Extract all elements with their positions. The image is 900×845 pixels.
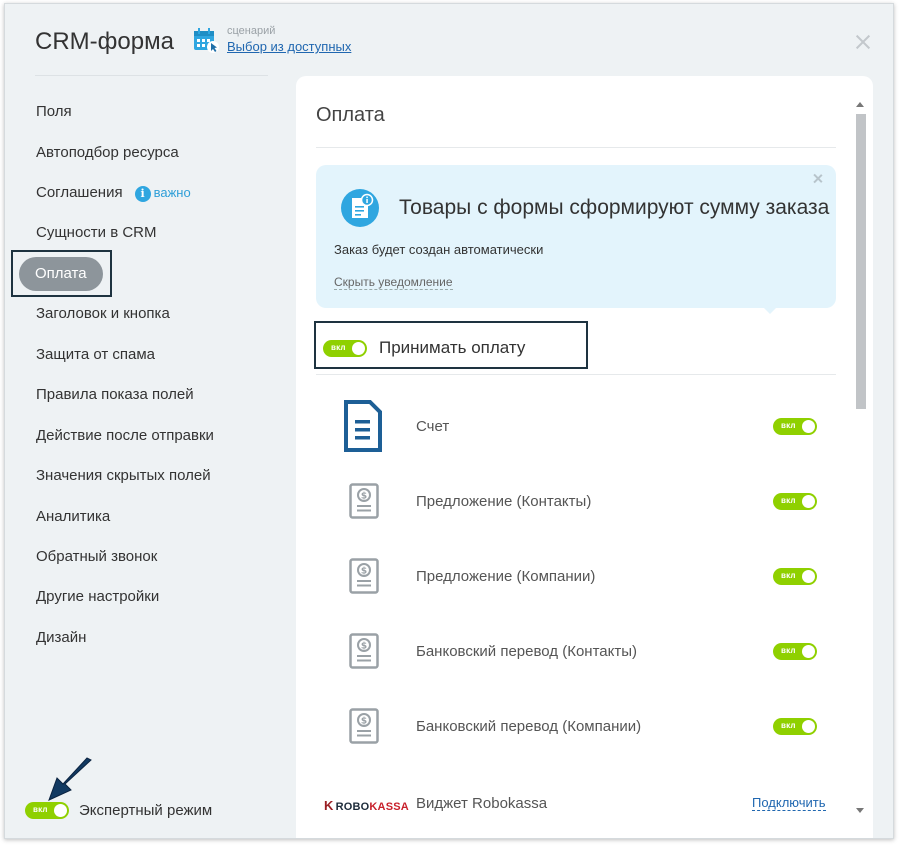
sidebar-item-crm-entities[interactable]: Сущности в CRM	[25, 216, 168, 250]
payment-method-name: Счет	[416, 418, 450, 435]
toggle-label: вкл	[33, 805, 48, 814]
scenario-link[interactable]: Выбор из доступных	[227, 38, 351, 55]
notice-close-icon[interactable]	[812, 173, 824, 185]
notice-text: Заказ будет создан автоматически	[334, 242, 544, 257]
offer-companies-toggle[interactable]: вкл	[773, 568, 817, 585]
offer-contacts-toggle[interactable]: вкл	[773, 493, 817, 510]
toggle-knob	[802, 720, 815, 733]
close-icon[interactable]	[853, 32, 873, 52]
calendar-scenario-icon	[194, 28, 219, 53]
sidebar-item-field-display-rules[interactable]: Правила показа полей	[25, 378, 205, 412]
sidebar-item-hidden-field-values[interactable]: Значения скрытых полей	[25, 459, 222, 493]
panel-divider	[316, 147, 836, 148]
svg-text:$: $	[361, 717, 367, 727]
toggle-knob	[802, 420, 815, 433]
payment-method-name: Предложение (Контакты)	[416, 493, 592, 510]
payment-method-invoice: Счет вкл	[316, 400, 836, 460]
scenario-caption: сценарий	[227, 25, 276, 37]
payment-method-bank-transfer-contacts: $ Банковский перевод (Контакты) вкл	[316, 633, 836, 693]
payment-method-bank-transfer-companies: $ Банковский перевод (Компании) вкл	[316, 708, 836, 768]
sidebar-item-analytics[interactable]: Аналитика	[25, 500, 121, 534]
crm-form-settings-window: CRM-форма сценарий Выбор из доступных По…	[4, 3, 894, 839]
header-divider	[35, 75, 268, 76]
svg-text:$: $	[361, 642, 367, 652]
hide-notice-link[interactable]: Скрыть уведомление	[334, 275, 453, 290]
document-info-icon	[341, 189, 379, 227]
payment-method-name: Банковский перевод (Контакты)	[416, 643, 637, 660]
toggle-knob	[54, 804, 67, 817]
panel-title: Оплата	[316, 104, 385, 126]
annotation-arrow-icon	[48, 757, 92, 801]
notice-title: Товары с формы сформируют сумму заказа	[399, 196, 830, 219]
toggle-label: вкл	[331, 342, 346, 352]
notice-pointer	[760, 304, 780, 314]
bank-transfer-companies-toggle[interactable]: вкл	[773, 718, 817, 735]
sidebar-item-design[interactable]: Дизайн	[25, 621, 97, 655]
payment-method-offer-contacts: $ Предложение (Контакты) вкл	[316, 483, 836, 543]
dollar-document-icon: $	[349, 558, 379, 594]
toggle-label: вкл	[781, 571, 796, 580]
payment-method-offer-companies: $ Предложение (Компании) вкл	[316, 558, 836, 618]
invoice-icon	[344, 400, 382, 452]
svg-text:$: $	[361, 567, 367, 577]
info-icon: i	[134, 185, 151, 202]
payment-settings-panel: Оплата Товары с формы сформируют сумму з…	[296, 76, 873, 838]
sidebar-item-fields[interactable]: Поля	[25, 95, 83, 129]
sidebar-item-after-submit-action[interactable]: Действие после отправки	[25, 419, 225, 453]
toggle-knob	[802, 645, 815, 658]
important-badge-label: важно	[153, 185, 191, 201]
scroll-thumb[interactable]	[856, 114, 866, 409]
expert-mode: вкл Экспертный режим	[25, 802, 212, 819]
app-title: CRM-форма	[35, 28, 174, 55]
sidebar-item-label: Соглашения	[36, 184, 123, 201]
accept-payment-row: вкл Принимать оплату	[323, 338, 525, 358]
invoice-toggle[interactable]: вкл	[773, 418, 817, 435]
dollar-document-icon: $	[349, 483, 379, 519]
info-notice: Товары с формы сформируют сумму заказа З…	[316, 165, 836, 308]
accept-payment-toggle[interactable]: вкл	[323, 339, 367, 357]
expert-mode-toggle[interactable]: вкл	[25, 802, 69, 819]
expert-mode-label: Экспертный режим	[79, 802, 213, 819]
toggle-label: вкл	[781, 646, 796, 655]
scroll-down-arrow-icon[interactable]	[856, 808, 864, 813]
sidebar-item-header-and-button[interactable]: Заголовок и кнопка	[25, 297, 181, 331]
connect-robokassa-link[interactable]: Подключить	[752, 795, 826, 811]
panel-scrollbar[interactable]	[852, 96, 868, 838]
toggle-knob	[352, 341, 365, 355]
dollar-document-icon: $	[349, 708, 379, 744]
accept-payment-label: Принимать оплату	[379, 338, 526, 357]
toggle-label: вкл	[781, 721, 796, 730]
toggle-label: вкл	[781, 496, 796, 505]
sidebar-item-spam-protection[interactable]: Защита от спама	[25, 338, 166, 372]
sidebar-item-agreements[interactable]: Соглашения i важно	[25, 176, 202, 210]
scenario-selector[interactable]: сценарий Выбор из доступных	[192, 24, 351, 55]
svg-text:$: $	[361, 492, 367, 502]
payment-method-name: Виджет Robokassa	[416, 795, 548, 812]
sidebar-item-other-settings[interactable]: Другие настройки	[25, 580, 170, 614]
sidebar-item-callback[interactable]: Обратный звонок	[25, 540, 168, 574]
important-badge[interactable]: i важно	[134, 176, 191, 210]
dollar-document-icon: $	[349, 633, 379, 669]
bank-transfer-contacts-toggle[interactable]: вкл	[773, 643, 817, 660]
payment-method-name: Банковский перевод (Компании)	[416, 718, 642, 735]
toggle-knob	[802, 570, 815, 583]
payment-method-name: Предложение (Компании)	[416, 568, 596, 585]
section-divider	[316, 374, 836, 375]
scroll-up-arrow-icon[interactable]	[856, 102, 864, 107]
toggle-label: вкл	[781, 421, 796, 430]
sidebar-item-resource-autoselect[interactable]: Автоподбор ресурса	[25, 136, 190, 170]
robokassa-logo: K ROBOKASSA	[324, 798, 409, 813]
toggle-knob	[802, 495, 815, 508]
sidebar-item-payment[interactable]: Оплата	[19, 257, 103, 291]
payment-method-robokassa: K ROBOKASSA Виджет Robokassa Подключить	[316, 791, 836, 838]
